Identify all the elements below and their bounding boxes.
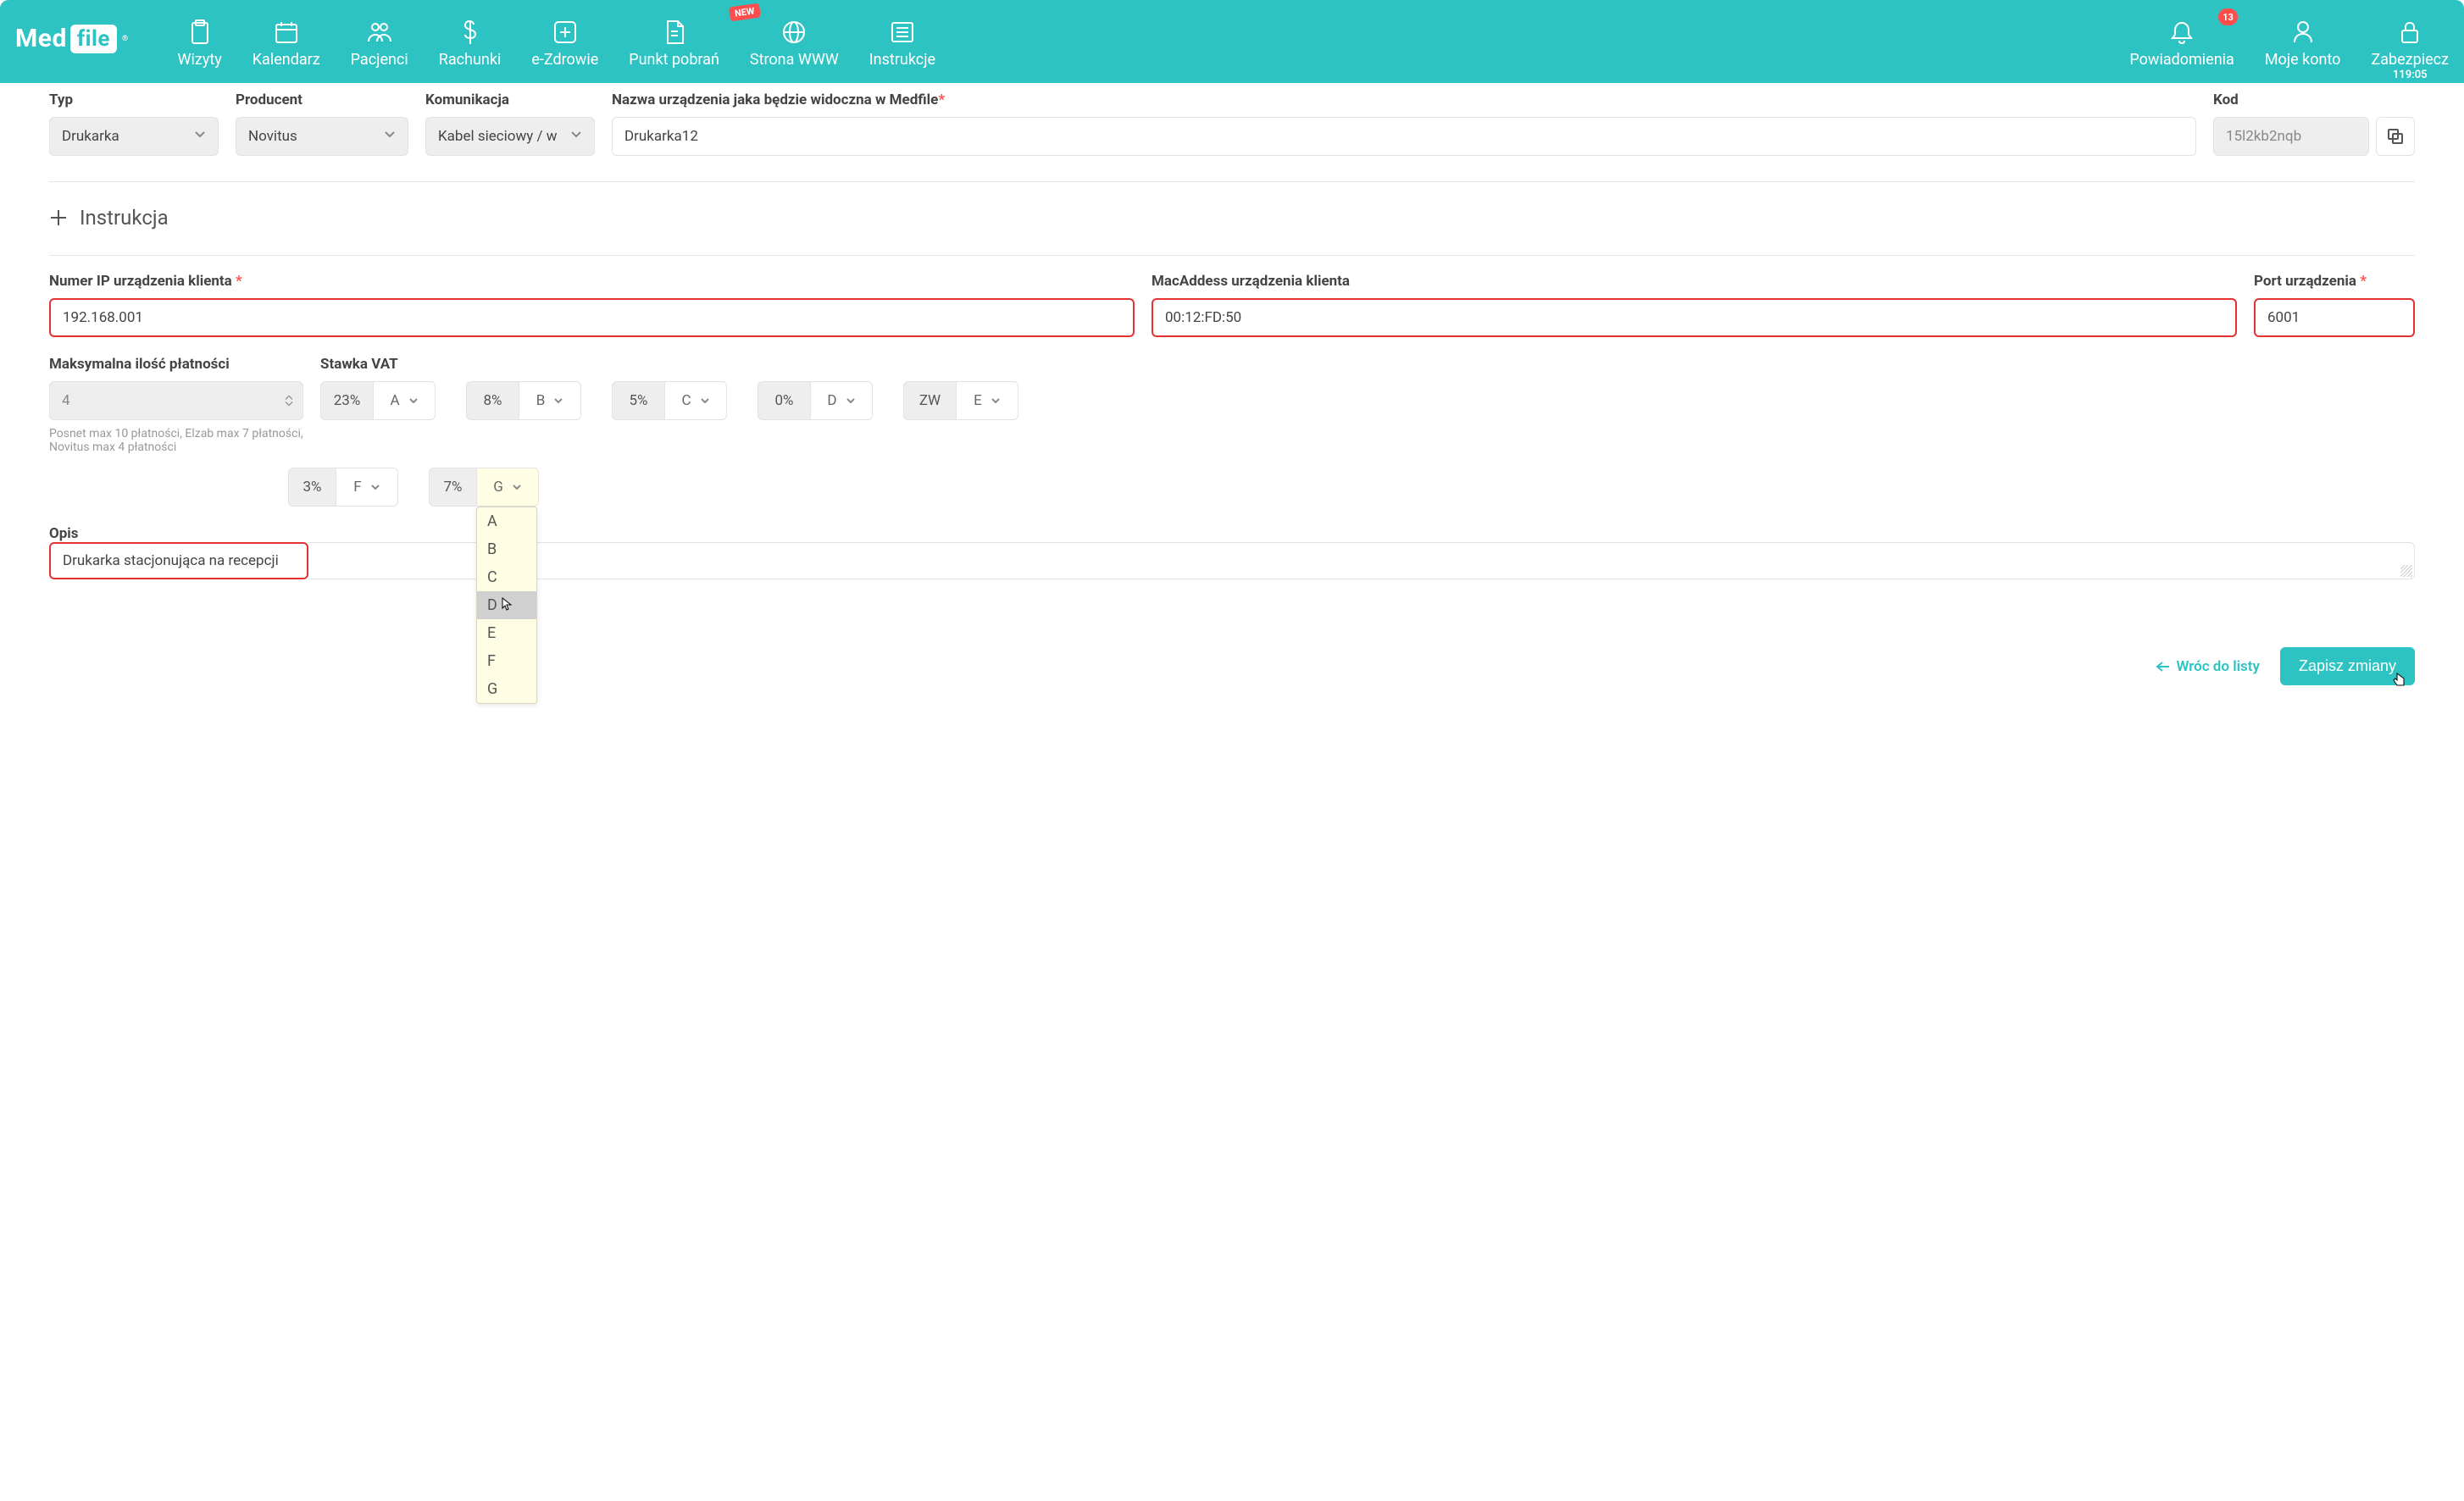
producent-label: Producent <box>236 91 408 108</box>
nazwa-input[interactable]: Drukarka12 <box>612 117 2196 156</box>
resize-handle[interactable] <box>2400 565 2412 577</box>
chevron-down-icon <box>991 396 1001 406</box>
mac-input[interactable]: 00:12:FD:50 <box>1152 298 2237 337</box>
chevron-down-icon <box>408 396 419 406</box>
nav-pacjenci[interactable]: Pacjenci <box>336 7 424 69</box>
cursor-icon <box>501 596 516 612</box>
nav-ezdrowie[interactable]: e-Zdrowie <box>516 7 613 69</box>
dollar-icon <box>463 17 477 47</box>
nazwa-label: Nazwa urządzenia jaka będzie widoczna w … <box>612 91 2196 108</box>
calendar-icon <box>275 17 298 47</box>
people-icon <box>367 17 392 47</box>
top-nav: Medfile® Wizyty Kalendarz Pacjenci Rachu… <box>0 0 2464 83</box>
mac-label: MacAddess urządzenia klienta <box>1152 273 2237 290</box>
max-platnosci-help: Posnet max 10 płatności, Elzab max 7 pła… <box>49 427 303 454</box>
nav-powiadomienia[interactable]: 13 Powiadomienia <box>2114 7 2249 69</box>
vat-option-c[interactable]: C <box>477 563 536 591</box>
opis-label: Opis <box>49 525 79 542</box>
nav-moje-konto[interactable]: Moje konto <box>2250 7 2356 69</box>
komunikacja-label: Komunikacja <box>425 91 595 108</box>
vat-cell-f[interactable]: 3% F <box>288 468 398 507</box>
bell-icon <box>2171 17 2193 47</box>
save-button[interactable]: Zapisz zmiany <box>2280 647 2415 685</box>
opis-textarea[interactable] <box>308 542 2415 579</box>
document-icon <box>664 17 685 47</box>
typ-select[interactable]: Drukarka <box>49 117 219 156</box>
notification-count: 13 <box>2218 8 2238 25</box>
instrukcja-section[interactable]: Instrukcja <box>49 206 2415 230</box>
nav-wizyty[interactable]: Wizyty <box>163 7 237 69</box>
plus-icon <box>49 208 68 227</box>
chevron-down-icon <box>700 396 710 406</box>
nav-strona-www[interactable]: NEW Strona WWW <box>735 7 854 69</box>
vat-letter-dropdown[interactable]: A B C D E F G <box>476 507 537 704</box>
vat-cell-b[interactable]: 8% B <box>466 381 581 420</box>
health-plus-icon <box>553 17 577 47</box>
ip-label: Numer IP urządzenia klienta * <box>49 273 1135 290</box>
vat-cell-e[interactable]: ZW E <box>903 381 1018 420</box>
back-to-list-link[interactable]: Wróc do listy <box>2156 658 2260 675</box>
vat-cell-a[interactable]: 23% A <box>320 381 436 420</box>
new-badge: NEW <box>729 3 761 22</box>
arrow-left-icon <box>2156 661 2171 673</box>
clipboard-icon <box>189 17 211 47</box>
chevron-down-icon <box>384 128 396 145</box>
port-input[interactable]: 6001 <box>2254 298 2415 337</box>
chevron-down-icon <box>285 402 293 407</box>
globe-icon <box>782 17 806 47</box>
book-icon <box>891 17 914 47</box>
max-platnosci-input[interactable]: 4 <box>49 381 303 420</box>
typ-label: Typ <box>49 91 219 108</box>
komunikacja-select[interactable]: Kabel sieciowy / w <box>425 117 595 156</box>
cursor-hand-icon <box>2393 672 2406 689</box>
vat-cell-g[interactable]: 7% G A B C D E F G <box>429 468 539 507</box>
logo[interactable]: Medfile® <box>15 24 129 53</box>
chevron-down-icon <box>194 128 206 145</box>
vat-cell-c[interactable]: 5% C <box>612 381 727 420</box>
kod-label: Kod <box>2213 91 2415 108</box>
copy-button[interactable] <box>2376 117 2415 156</box>
vat-option-e[interactable]: E <box>477 619 536 647</box>
port-label: Port urządzenia * <box>2254 273 2415 290</box>
vat-option-d[interactable]: D <box>477 591 536 619</box>
copy-icon <box>2387 128 2404 145</box>
nav-kalendarz[interactable]: Kalendarz <box>237 7 336 69</box>
vat-option-a[interactable]: A <box>477 507 536 535</box>
chevron-up-icon <box>285 396 293 401</box>
nav-zabezpiecz[interactable]: Zabezpiecz 119:05 <box>2356 7 2464 81</box>
stawka-vat-label: Stawka VAT <box>320 356 2415 373</box>
nav-punkt-pobran[interactable]: Punkt pobrań <box>613 7 735 69</box>
producent-select[interactable]: Novitus <box>236 117 408 156</box>
max-platnosci-label: Maksymalna ilość płatności <box>49 356 303 373</box>
chevron-down-icon <box>370 482 380 492</box>
vat-option-f[interactable]: F <box>477 647 536 675</box>
user-icon <box>2293 17 2313 47</box>
ip-input[interactable]: 192.168.001 <box>49 298 1135 337</box>
vat-option-g[interactable]: G <box>477 675 536 703</box>
nav-rachunki[interactable]: Rachunki <box>424 7 517 69</box>
opis-textarea-highlighted[interactable]: Drukarka stacjonująca na recepcji <box>49 542 308 579</box>
chevron-down-icon <box>553 396 563 406</box>
vat-cell-d[interactable]: 0% D <box>758 381 873 420</box>
number-spinner[interactable] <box>285 396 293 407</box>
kod-input: 15l2kb2nqb <box>2213 117 2369 156</box>
nav-instrukcje[interactable]: Instrukcje <box>854 7 951 69</box>
chevron-down-icon <box>570 128 582 145</box>
vat-option-b[interactable]: B <box>477 535 536 563</box>
chevron-down-icon <box>512 482 522 492</box>
lock-icon <box>2400 17 2420 47</box>
chevron-down-icon <box>846 396 856 406</box>
